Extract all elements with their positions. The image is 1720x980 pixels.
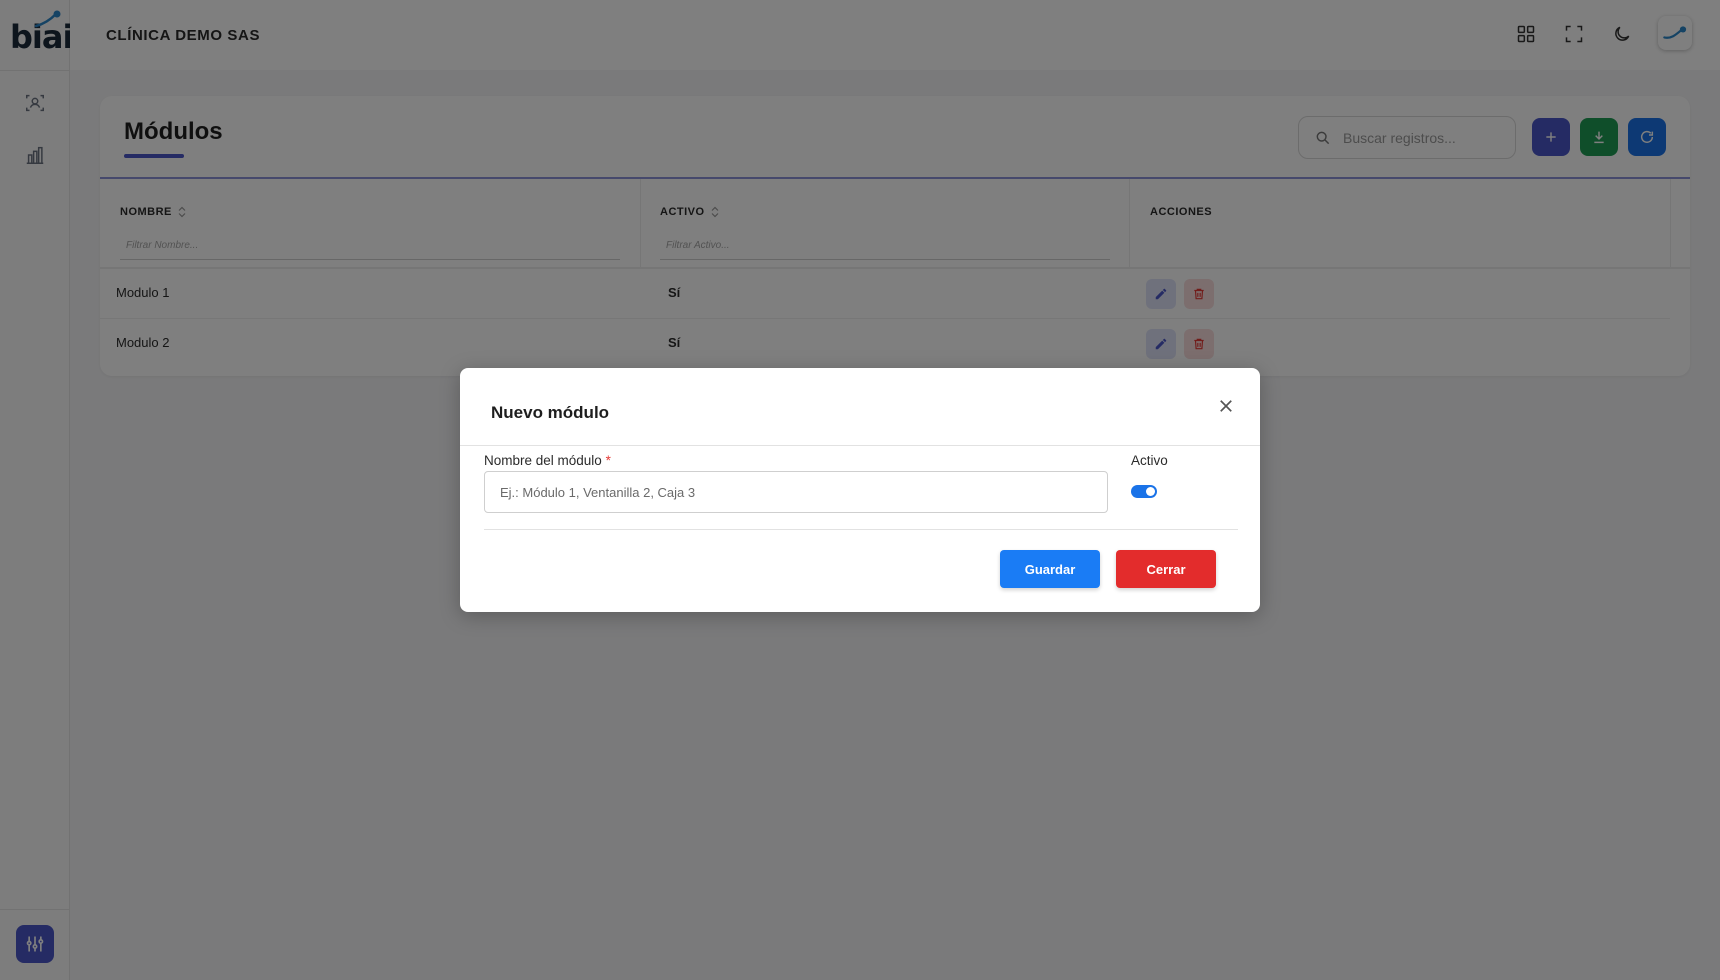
module-name-input[interactable] (484, 471, 1108, 513)
active-toggle[interactable] (1131, 485, 1157, 498)
modal-title: Nuevo módulo (491, 403, 610, 422)
module-name-label-text: Nombre del módulo (484, 453, 602, 468)
active-toggle-label: Activo (1131, 453, 1168, 468)
close-icon[interactable] (1214, 394, 1238, 418)
modal-footer-divider (484, 529, 1238, 530)
cancel-button[interactable]: Cerrar (1116, 550, 1216, 588)
save-button[interactable]: Guardar (1000, 550, 1100, 588)
required-mark: * (605, 453, 611, 468)
new-module-modal: Nuevo módulo Nombre del módulo * Activo … (460, 368, 1260, 612)
module-name-label: Nombre del módulo * (484, 453, 611, 468)
toggle-knob (1146, 487, 1155, 496)
modal-header-divider (460, 445, 1260, 446)
